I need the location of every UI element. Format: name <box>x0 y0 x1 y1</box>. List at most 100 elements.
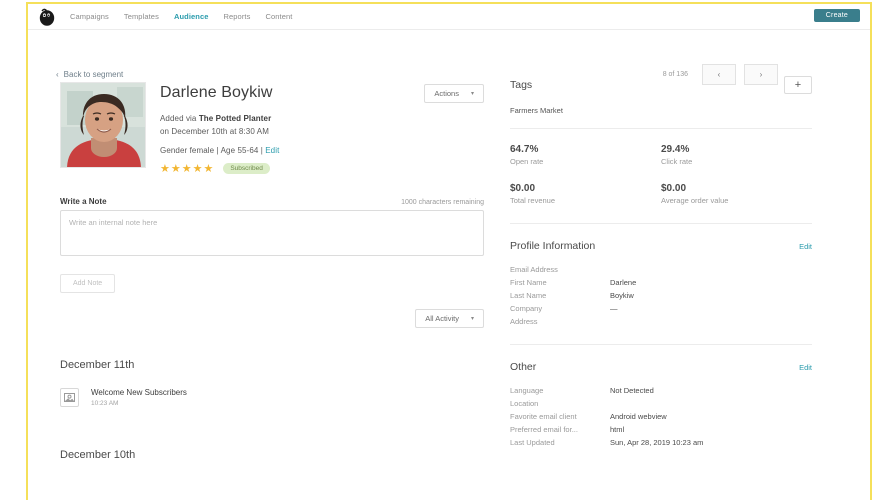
activity-filter-dropdown[interactable]: All Activity ▾ <box>415 309 484 328</box>
field-key: Email Address <box>510 265 558 274</box>
activity-item-title: Welcome New Subscribers <box>91 388 187 397</box>
stat-label: Click rate <box>661 157 693 166</box>
chevron-down-icon: ▾ <box>470 91 474 97</box>
divider <box>510 344 812 345</box>
field-value: html <box>610 425 625 434</box>
profile-fields: Email Address First Name Darlene Last Na… <box>510 263 812 328</box>
activity-item-time: 10:23 AM <box>91 400 119 407</box>
stat-click-rate: 29.4% Click rate <box>661 144 812 166</box>
edit-profile-link[interactable]: Edit <box>799 242 812 251</box>
top-navigation-bar: Campaigns Templates Audience Reports Con… <box>28 4 870 30</box>
actions-label: Actions <box>434 89 459 98</box>
right-column: Tags + Farmers Market 64.7% Open rate 29… <box>498 76 870 500</box>
mailchimp-app: Campaigns Templates Audience Reports Con… <box>28 4 870 500</box>
edit-demographics-link[interactable]: Edit <box>265 146 279 155</box>
field-value: Darlene <box>610 278 637 287</box>
other-title: Other <box>510 361 537 373</box>
field-value: Boykiw <box>610 291 634 300</box>
stat-label: Total revenue <box>510 196 556 205</box>
field-key: Location <box>510 399 539 408</box>
field-key: Favorite email client <box>510 412 577 421</box>
demographics-line: Gender female | Age 55-64 | Edit <box>160 144 484 157</box>
other-field-row: Last Updated Sun, Apr 28, 2019 10:23 am <box>510 436 812 449</box>
contact-info: Darlene Boykiw Added via The Potted Plan… <box>160 82 484 175</box>
screenshot-root: Campaigns Templates Audience Reports Con… <box>0 0 890 500</box>
profile-information-panel: Profile Information Edit Email Address F… <box>510 240 812 345</box>
profile-field-row: Address <box>510 315 812 328</box>
nav-item-reports[interactable]: Reports <box>224 12 251 21</box>
field-key: Address <box>510 317 538 326</box>
tags-title: Tags <box>510 79 533 91</box>
note-header: Write a Note 1000 characters remaining <box>60 197 484 210</box>
nav-item-content[interactable]: Content <box>265 12 292 21</box>
actions-dropdown-button[interactable]: Actions ▾ <box>424 84 484 103</box>
nav-items: Campaigns Templates Audience Reports Con… <box>70 12 292 21</box>
subheader: ‹ Back to segment 8 of 136 ‹ › <box>28 30 870 85</box>
stat-value: $0.00 <box>661 183 687 194</box>
activity-date-header: December 11th <box>60 359 135 371</box>
profile-field-row: First Name Darlene <box>510 276 812 289</box>
note-input[interactable] <box>60 210 484 256</box>
field-key: Last Name <box>510 291 547 300</box>
field-value: Android webview <box>610 412 667 421</box>
nav-item-templates[interactable]: Templates <box>124 12 159 21</box>
chevron-down-icon: ▾ <box>470 316 474 322</box>
contact-header: Darlene Boykiw Added via The Potted Plan… <box>60 82 484 175</box>
field-value: — <box>610 304 618 313</box>
activity-date-header: December 10th <box>60 449 136 461</box>
field-key: First Name <box>510 278 547 287</box>
mailchimp-freddie-logo-icon[interactable] <box>36 6 58 28</box>
activity-feed: December 11th Welcome New Subscribers 10… <box>60 345 484 461</box>
added-on-line: on December 10th at 8:30 AM <box>160 127 269 136</box>
status-badge: Subscribed <box>223 163 270 174</box>
tag-item[interactable]: Farmers Market <box>510 106 812 115</box>
tags-header: Tags + <box>510 76 812 94</box>
left-column: Darlene Boykiw Added via The Potted Plan… <box>28 76 498 500</box>
add-tag-button[interactable]: + <box>784 76 812 94</box>
stat-label: Open rate <box>510 157 544 166</box>
added-via-source: The Potted Planter <box>198 114 272 123</box>
contact-avatar <box>60 82 146 168</box>
nav-item-campaigns[interactable]: Campaigns <box>70 12 109 21</box>
other-field-row: Preferred email for... html <box>510 423 812 436</box>
tags-panel: Tags + Farmers Market <box>510 76 812 129</box>
other-panel: Other Edit Language Not Detected Locatio… <box>510 361 812 449</box>
profile-header: Profile Information Edit <box>510 240 812 252</box>
divider <box>510 128 812 129</box>
stat-value: 29.4% <box>661 144 690 155</box>
content-columns: Darlene Boykiw Added via The Potted Plan… <box>28 76 870 500</box>
edit-other-link[interactable]: Edit <box>799 363 812 372</box>
activity-filter-label: All Activity <box>425 314 459 323</box>
profile-title: Profile Information <box>510 240 596 252</box>
demographics-text: Gender female | Age 55-64 | <box>160 146 266 155</box>
nav-item-audience[interactable]: Audience <box>174 12 209 21</box>
activity-item[interactable]: Welcome New Subscribers 10:23 AM <box>60 388 484 407</box>
other-fields: Language Not Detected Location Favorite … <box>510 384 812 449</box>
profile-field-row: Last Name Boykiw <box>510 289 812 302</box>
profile-field-row: Company — <box>510 302 812 315</box>
field-key: Company <box>510 304 543 313</box>
added-via-line: Added via The Potted Planter <box>160 112 484 125</box>
divider <box>510 223 812 224</box>
field-key: Language <box>510 386 544 395</box>
member-rating-stars: ★★★★★ <box>160 163 215 175</box>
stat-total-revenue: $0.00 Total revenue <box>510 183 661 205</box>
field-key: Preferred email for... <box>510 425 578 434</box>
stat-label: Average order value <box>661 196 729 205</box>
stat-value: $0.00 <box>510 183 536 194</box>
stat-average-order-value: $0.00 Average order value <box>661 183 812 205</box>
stat-value: 64.7% <box>510 144 539 155</box>
stat-open-rate: 64.7% Open rate <box>510 144 661 166</box>
profile-field-row: Email Address <box>510 263 812 276</box>
other-header: Other Edit <box>510 361 812 373</box>
other-field-row: Location <box>510 397 812 410</box>
other-field-row: Favorite email client Android webview <box>510 410 812 423</box>
stats-grid: 64.7% Open rate 29.4% Click rate $0.00 T… <box>510 144 812 205</box>
other-field-row: Language Not Detected <box>510 384 812 397</box>
field-value: Sun, Apr 28, 2019 10:23 am <box>610 438 704 447</box>
add-note-button[interactable]: Add Note <box>60 274 116 293</box>
note-chars-remaining: 1000 characters remaining <box>401 199 484 206</box>
field-value: Not Detected <box>610 386 654 395</box>
note-title: Write a Note <box>60 197 107 206</box>
create-button[interactable]: Create <box>813 9 860 22</box>
